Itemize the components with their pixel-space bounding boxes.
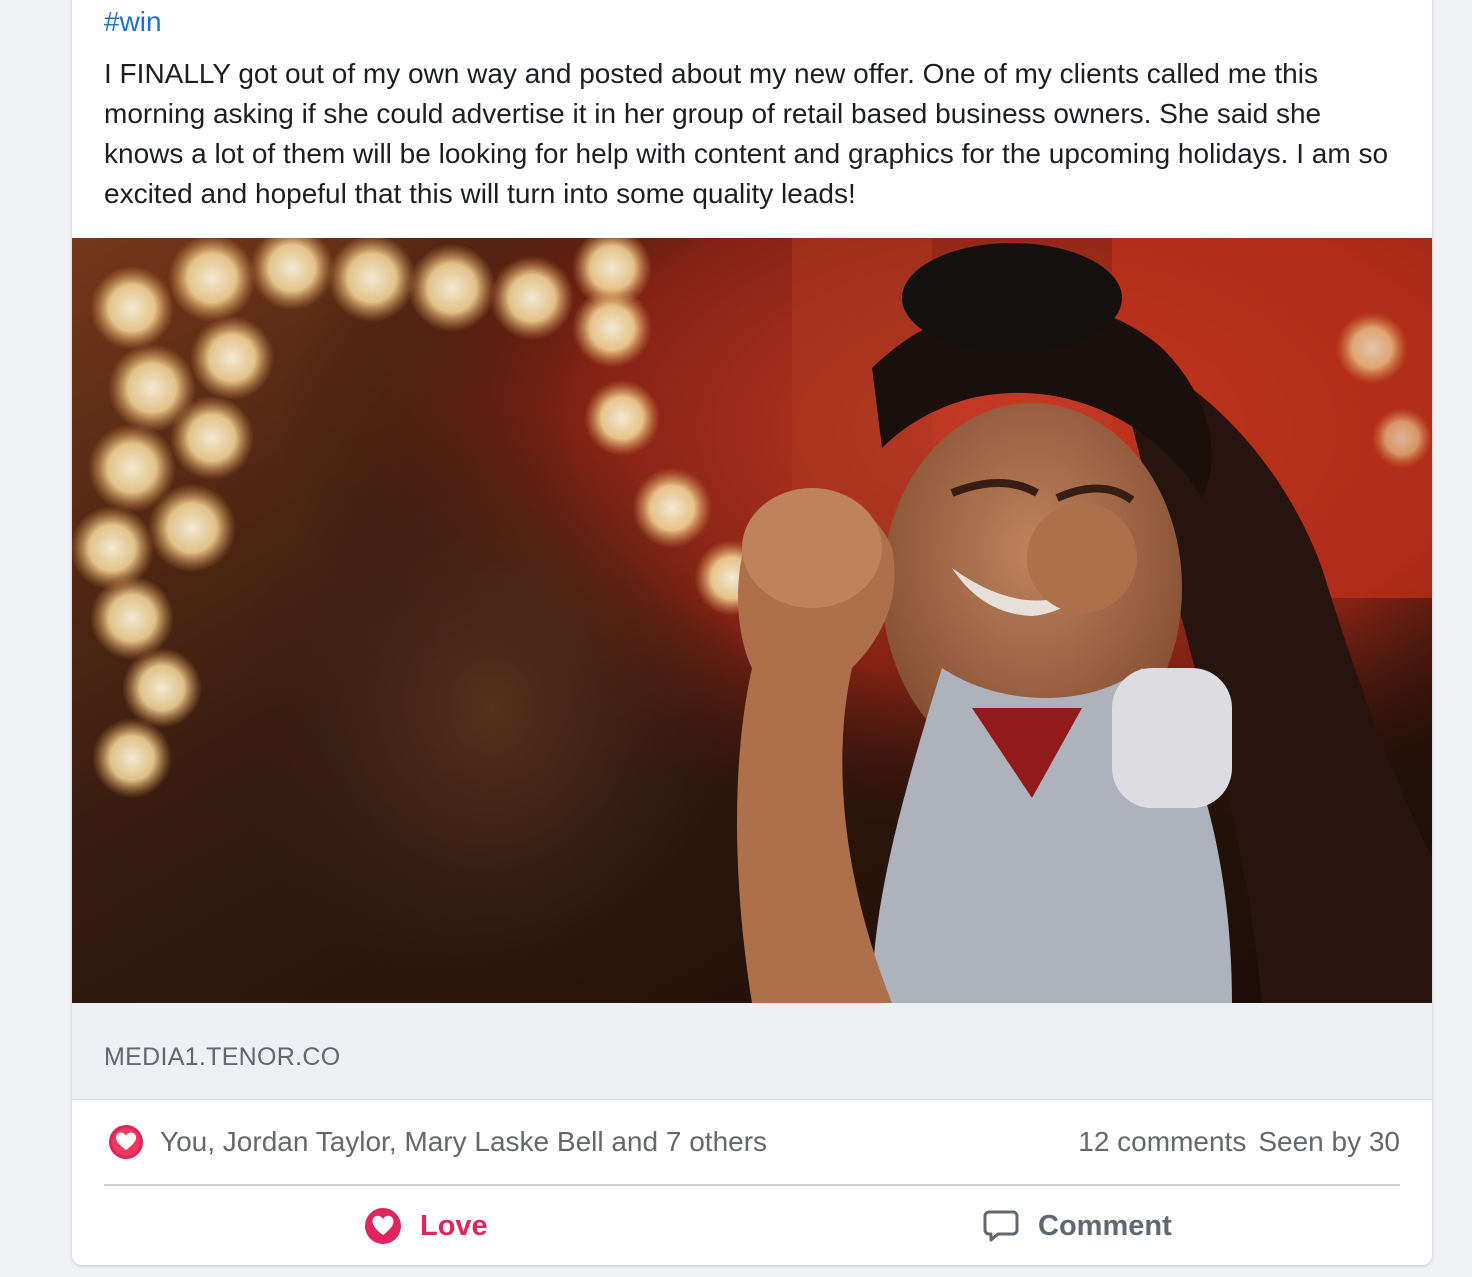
comment-button-label: Comment xyxy=(1038,1209,1172,1242)
post-hashtag[interactable]: #win xyxy=(104,2,162,42)
link-preview[interactable]: MEDIA1.TENOR.CO xyxy=(72,1003,1432,1100)
reactors-list[interactable]: You, Jordan Taylor, Mary Laske Bell and … xyxy=(160,1124,767,1160)
link-domain: MEDIA1.TENOR.CO xyxy=(104,1043,341,1071)
post-stats: 12 comments Seen by 30 xyxy=(1078,1124,1400,1160)
speech-bubble-icon xyxy=(983,1210,1019,1242)
comments-count[interactable]: 12 comments xyxy=(1078,1126,1246,1157)
heart-icon xyxy=(109,1125,143,1159)
reactions-summary: You, Jordan Taylor, Mary Laske Bell and … xyxy=(104,1118,1400,1166)
actions-divider xyxy=(104,1184,1400,1186)
love-button[interactable]: Love xyxy=(364,1194,488,1258)
heart-icon xyxy=(365,1208,401,1244)
post-actions: Love Comment xyxy=(104,1194,1400,1258)
comment-button[interactable]: Comment xyxy=(982,1194,1172,1258)
post-body-text: I FINALLY got out of my own way and post… xyxy=(104,58,1389,209)
seen-by-count[interactable]: Seen by 30 xyxy=(1258,1126,1400,1157)
celebrating-girl-gif xyxy=(72,238,1432,1003)
love-button-label: Love xyxy=(420,1209,488,1242)
post-gif-image[interactable] xyxy=(72,238,1432,1003)
post-card: #win I FINALLY got out of my own way and… xyxy=(72,0,1432,1265)
